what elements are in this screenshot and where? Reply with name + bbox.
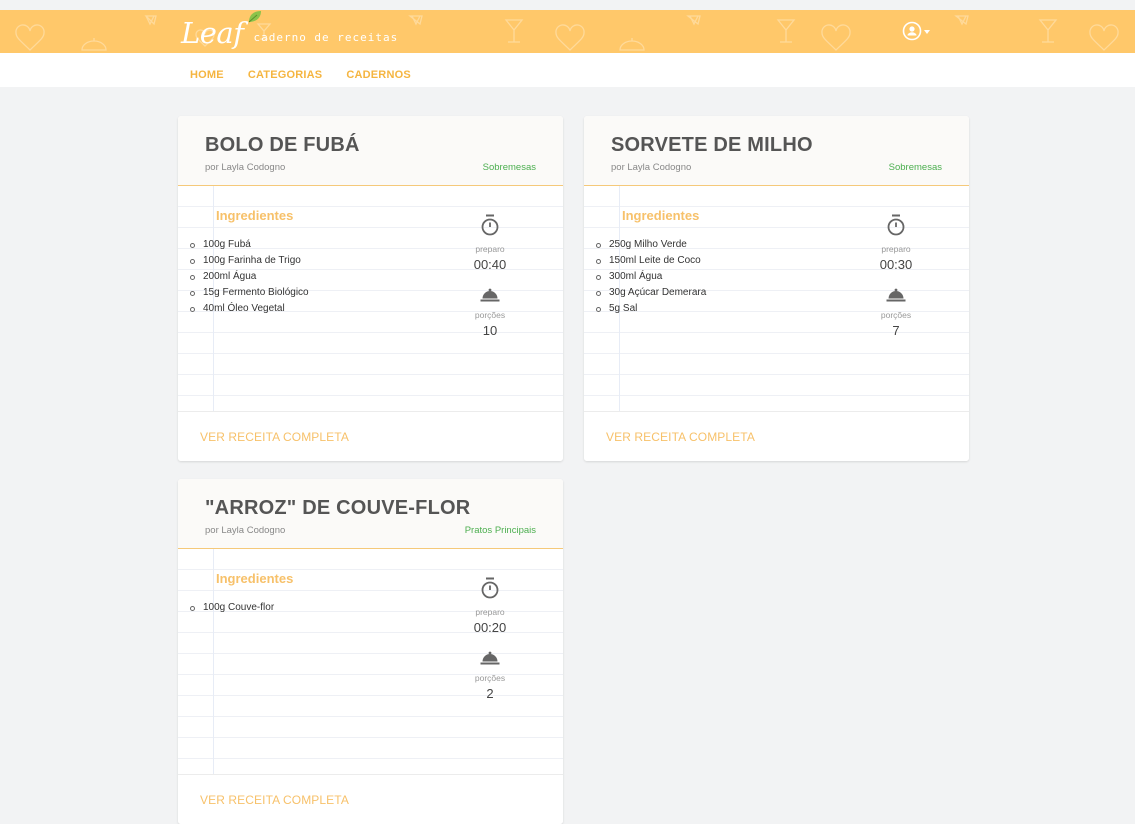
recipe-title[interactable]: "ARROZ" DE COUVE-FLOR (205, 497, 470, 520)
recipe-card-body: Ingredientes 100g Couve-flor preparo 00:… (178, 549, 563, 774)
main-nav: HOME CATEGORIAS CADERNOS (0, 53, 1135, 87)
recipe-card-header: SORVETE DE MILHO por Layla Codogno Sobre… (584, 116, 969, 186)
ingredient-item: 100g Couve-flor (190, 600, 274, 616)
logo-text: Leaf (181, 16, 244, 50)
prep-label: preparo (475, 607, 505, 617)
nav-cadernos[interactable]: CADERNOS (346, 69, 411, 81)
view-recipe-link[interactable]: VER RECEITA COMPLETA (606, 430, 755, 444)
ingredient-list: 100g Couve-flor (190, 600, 274, 616)
app-header: Leaf caderno de receitas (0, 10, 1135, 53)
recipe-card-footer: VER RECEITA COMPLETA (178, 774, 563, 824)
recipe-card-header: "ARROZ" DE COUVE-FLOR por Layla Codogno … (178, 479, 563, 549)
ingredients-heading: Ingredientes (216, 208, 294, 223)
ingredient-item: 30g Açúcar Demerara (596, 285, 706, 301)
recipe-card: "ARROZ" DE COUVE-FLOR por Layla Codogno … (178, 479, 563, 824)
ingredient-item: 40ml Óleo Vegetal (190, 301, 309, 317)
recipe-card: BOLO DE FUBÁ por Layla Codogno Sobremesa… (178, 116, 563, 461)
view-recipe-link[interactable]: VER RECEITA COMPLETA (200, 793, 349, 807)
ingredients-heading: Ingredientes (216, 571, 294, 586)
ingredient-item: 5g Sal (596, 301, 706, 317)
recipe-category[interactable]: Sobremesas (889, 162, 942, 173)
prep-time: 00:20 (473, 620, 507, 635)
user-menu[interactable] (902, 21, 930, 41)
chevron-down-icon (924, 30, 930, 34)
prep-label: preparo (475, 244, 505, 254)
logo-tagline: caderno de receitas (253, 31, 399, 44)
header-pattern (15, 15, 1119, 51)
recipe-category[interactable]: Sobremesas (483, 162, 536, 173)
recipe-card: SORVETE DE MILHO por Layla Codogno Sobre… (584, 116, 969, 461)
cloche-icon (480, 288, 500, 302)
recipe-category[interactable]: Pratos Principais (465, 525, 536, 536)
ingredient-item: 15g Fermento Biológico (190, 285, 309, 301)
nav-home[interactable]: HOME (190, 69, 224, 81)
prep-label: preparo (881, 244, 911, 254)
recipe-author: por Layla Codogno (205, 162, 286, 173)
ingredient-item: 100g Fubá (190, 237, 309, 253)
app-logo[interactable]: Leaf caderno de receitas (181, 11, 399, 50)
ingredient-item: 250g Milho Verde (596, 237, 706, 253)
recipe-author: por Layla Codogno (205, 525, 286, 536)
servings-label: porções (880, 310, 912, 320)
stopwatch-icon (887, 214, 905, 236)
recipe-card-body: Ingredientes 100g Fubá 100g Farinha de T… (178, 186, 563, 411)
view-recipe-link[interactable]: VER RECEITA COMPLETA (200, 430, 349, 444)
ingredient-item: 300ml Água (596, 269, 706, 285)
servings-count: 10 (482, 323, 498, 338)
recipe-card-header: BOLO DE FUBÁ por Layla Codogno Sobremesa… (178, 116, 563, 186)
recipe-stats: preparo 00:20 porções 2 (450, 577, 530, 701)
recipe-stats: preparo 00:30 porções 7 (856, 214, 936, 338)
cloche-icon (480, 651, 500, 665)
ingredient-list: 250g Milho Verde 150ml Leite de Coco 300… (596, 237, 706, 317)
prep-time: 00:40 (473, 257, 507, 272)
stopwatch-icon (481, 214, 499, 236)
recipe-title[interactable]: SORVETE DE MILHO (611, 134, 813, 157)
recipe-card-body: Ingredientes 250g Milho Verde 150ml Leit… (584, 186, 969, 411)
ingredient-item: 100g Farinha de Trigo (190, 253, 309, 269)
ingredient-item: 200ml Água (190, 269, 309, 285)
servings-label: porções (474, 673, 506, 683)
recipe-stats: preparo 00:40 porções 10 (450, 214, 530, 338)
servings-count: 2 (486, 686, 494, 701)
user-icon (902, 21, 922, 41)
ingredients-heading: Ingredientes (622, 208, 700, 223)
leaf-icon (248, 11, 261, 23)
cloche-icon (886, 288, 906, 302)
servings-count: 7 (892, 323, 900, 338)
recipe-card-footer: VER RECEITA COMPLETA (584, 411, 969, 461)
ingredient-item: 150ml Leite de Coco (596, 253, 706, 269)
stopwatch-icon (481, 577, 499, 599)
recipe-card-footer: VER RECEITA COMPLETA (178, 411, 563, 461)
servings-label: porções (474, 310, 506, 320)
prep-time: 00:30 (879, 257, 913, 272)
recipe-author: por Layla Codogno (611, 162, 692, 173)
nav-categorias[interactable]: CATEGORIAS (248, 69, 323, 81)
ingredient-list: 100g Fubá 100g Farinha de Trigo 200ml Ág… (190, 237, 309, 317)
recipe-title[interactable]: BOLO DE FUBÁ (205, 134, 360, 157)
